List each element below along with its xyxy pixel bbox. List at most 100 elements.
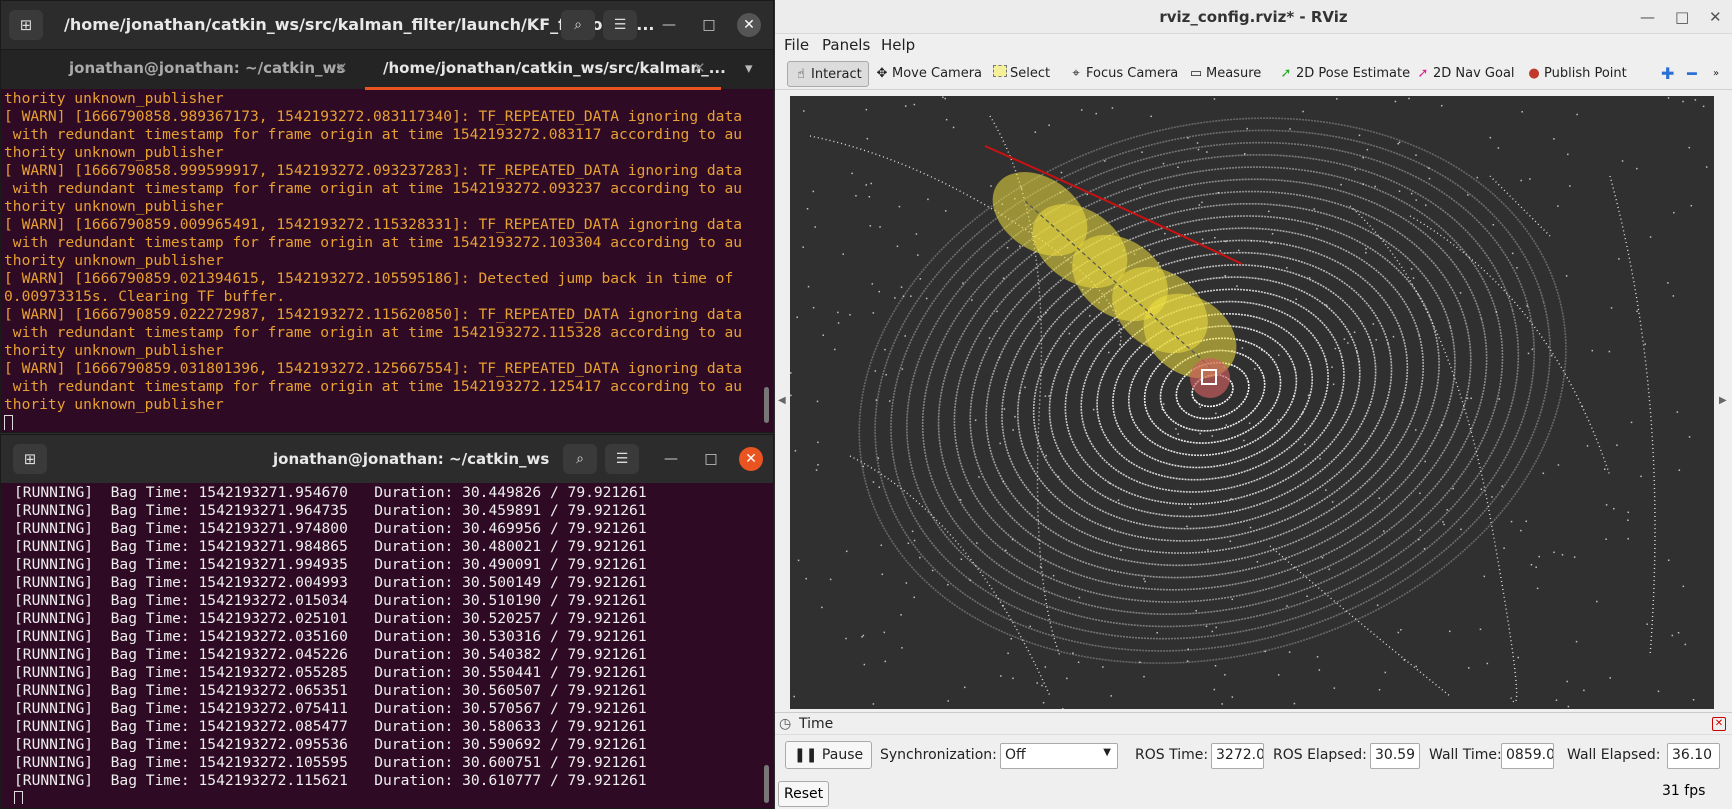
lidar-point (1566, 680, 1568, 683)
close-icon[interactable]: ✕ (737, 13, 761, 37)
tool-2d-nav-goal[interactable]: ➚ 2D Nav Goal (1416, 61, 1515, 87)
hamburger-menu-icon[interactable]: ☰ (603, 10, 637, 40)
tool-focus-camera[interactable]: ⌖ Focus Camera (1069, 61, 1178, 87)
lidar-point (861, 636, 863, 638)
lidar-point (849, 314, 851, 316)
add-tool-icon[interactable]: ✚ (1661, 61, 1674, 87)
ros-time-field[interactable]: 3272.09 (1211, 743, 1264, 769)
minimize-icon[interactable]: — (1640, 0, 1655, 34)
sync-select[interactable]: Off ▼ (1000, 743, 1118, 769)
lidar-point (837, 311, 839, 314)
lidar-point (1428, 177, 1431, 180)
terminal-window-1[interactable]: ⊞ /home/jonathan/catkin_ws/src/kalman_fi… (0, 0, 774, 433)
tool-select[interactable]: Select (993, 61, 1050, 87)
left-panel-toggle-icon[interactable]: ◀ (778, 395, 786, 406)
lidar-point (1044, 666, 1047, 668)
lidar-point (881, 573, 884, 576)
reset-button[interactable]: Reset (778, 781, 830, 807)
maximize-icon[interactable]: □ (697, 13, 721, 37)
lidar-point (1640, 475, 1642, 478)
toolbar-overflow-icon[interactable]: » (1713, 61, 1719, 87)
lidar-point (1217, 191, 1220, 194)
lidar-point (1011, 538, 1014, 541)
lidar-point (816, 400, 819, 403)
maximize-icon[interactable]: □ (699, 447, 723, 471)
lidar-point (1526, 305, 1528, 307)
lidar-point (790, 394, 792, 397)
lidar-point (1236, 285, 1238, 287)
terminal-line: [RUNNING] Bag Time: 1542193271.994935 Du… (14, 556, 647, 573)
rviz-3d-viewport[interactable] (790, 96, 1714, 709)
lidar-point (1535, 566, 1537, 569)
wall-time-field[interactable]: 0859.03 (1501, 743, 1554, 769)
lidar-point (1215, 626, 1217, 629)
lidar-point (1249, 526, 1252, 529)
lidar-point (790, 372, 792, 374)
lidar-point (1678, 469, 1681, 471)
tab-close-icon[interactable]: ✕ (693, 50, 706, 86)
maximize-icon[interactable]: □ (1675, 0, 1689, 34)
terminal-line: 0.00973315s. Clearing TF buffer. (4, 288, 286, 305)
tab-kalman[interactable]: /home/jonathan/catkin_ws/src/kalman_... … (365, 50, 726, 90)
search-icon[interactable]: ⌕ (563, 444, 597, 474)
menu-file[interactable]: File (784, 36, 809, 54)
lidar-point (869, 225, 872, 227)
tab-close-icon[interactable]: ✕ (335, 50, 348, 86)
menu-help[interactable]: Help (881, 36, 915, 54)
lidar-point (1144, 580, 1146, 583)
wall-elapsed-field[interactable]: 36.10 (1667, 743, 1720, 769)
rviz-window[interactable]: rviz_config.rviz* - RViz — □ ✕ File Pane… (775, 0, 1732, 809)
minimize-icon[interactable]: — (657, 13, 681, 37)
hamburger-menu-icon[interactable]: ☰ (605, 444, 639, 474)
tool-2d-pose-estimate[interactable]: ➚ 2D Pose Estimate (1279, 61, 1411, 87)
point-cloud-edge (849, 455, 1051, 697)
close-panel-icon[interactable]: ✕ (1712, 717, 1726, 731)
new-tab-icon[interactable]: ⊞ (13, 444, 47, 474)
tool-measure[interactable]: ▭ Measure (1189, 61, 1261, 87)
terminal-window-2[interactable]: ⊞ jonathan@jonathan: ~/catkin_ws ⌕ ☰ — □… (0, 434, 774, 809)
lidar-point (815, 469, 818, 471)
lidar-point (1424, 460, 1426, 463)
tab-catkin-ws[interactable]: jonathan@jonathan: ~/catkin_ws ✕ (69, 50, 359, 90)
tab-dropdown-icon[interactable]: ▾ (745, 50, 753, 90)
tool-publish-point[interactable]: ● Publish Point (1527, 61, 1626, 87)
lidar-point (1261, 349, 1263, 352)
tool-interact[interactable]: ☝ Interact (787, 61, 869, 87)
lidar-point (885, 373, 887, 376)
ros-elapsed-field[interactable]: 30.59 (1370, 743, 1420, 769)
menu-panels[interactable]: Panels (822, 36, 870, 54)
lidar-point (1682, 585, 1685, 588)
terminal-2-scrollbar[interactable] (764, 765, 769, 803)
lidar-point (1175, 428, 1177, 430)
lidar-point (1527, 352, 1530, 355)
new-tab-icon[interactable]: ⊞ (9, 10, 43, 40)
search-icon[interactable]: ⌕ (561, 10, 595, 40)
right-panel-toggle-icon[interactable]: ▶ (1719, 395, 1727, 406)
remove-tool-icon[interactable]: ━ (1687, 61, 1697, 87)
terminal-line: [RUNNING] Bag Time: 1542193272.075411 Du… (14, 700, 647, 717)
lidar-point (1609, 677, 1611, 679)
close-icon[interactable]: ✕ (739, 447, 763, 471)
lidar-point (1307, 394, 1310, 397)
lidar-point (1347, 342, 1349, 344)
pause-button[interactable]: ❚❚ Pause (785, 741, 873, 769)
lidar-point (1211, 630, 1214, 633)
tool-move-camera[interactable]: ✥ Move Camera (875, 61, 982, 87)
terminal-line: [RUNNING] Bag Time: 1542193272.085477 Du… (14, 718, 647, 735)
lidar-point (1583, 689, 1585, 692)
terminal-1-scrollbar[interactable] (764, 387, 769, 423)
lidar-point (1214, 236, 1216, 239)
terminal-line: [RUNNING] Bag Time: 1542193271.954670 Du… (14, 484, 647, 501)
lidar-point (998, 356, 1001, 359)
lidar-point (862, 634, 865, 637)
close-icon[interactable]: ✕ (1709, 0, 1722, 34)
lidar-point (1029, 625, 1031, 628)
lidar-point (1467, 194, 1469, 196)
lidar-point (1676, 411, 1679, 413)
terminal-line: [RUNNING] Bag Time: 1542193272.015034 Du… (14, 592, 647, 609)
minimize-icon[interactable]: — (659, 447, 683, 471)
pause-icon: ❚❚ (794, 747, 818, 763)
lidar-ring (874, 129, 1551, 652)
terminal-line: [ WARN] [1666790859.031801396, 154219327… (4, 360, 743, 377)
lidar-point (1177, 433, 1179, 435)
